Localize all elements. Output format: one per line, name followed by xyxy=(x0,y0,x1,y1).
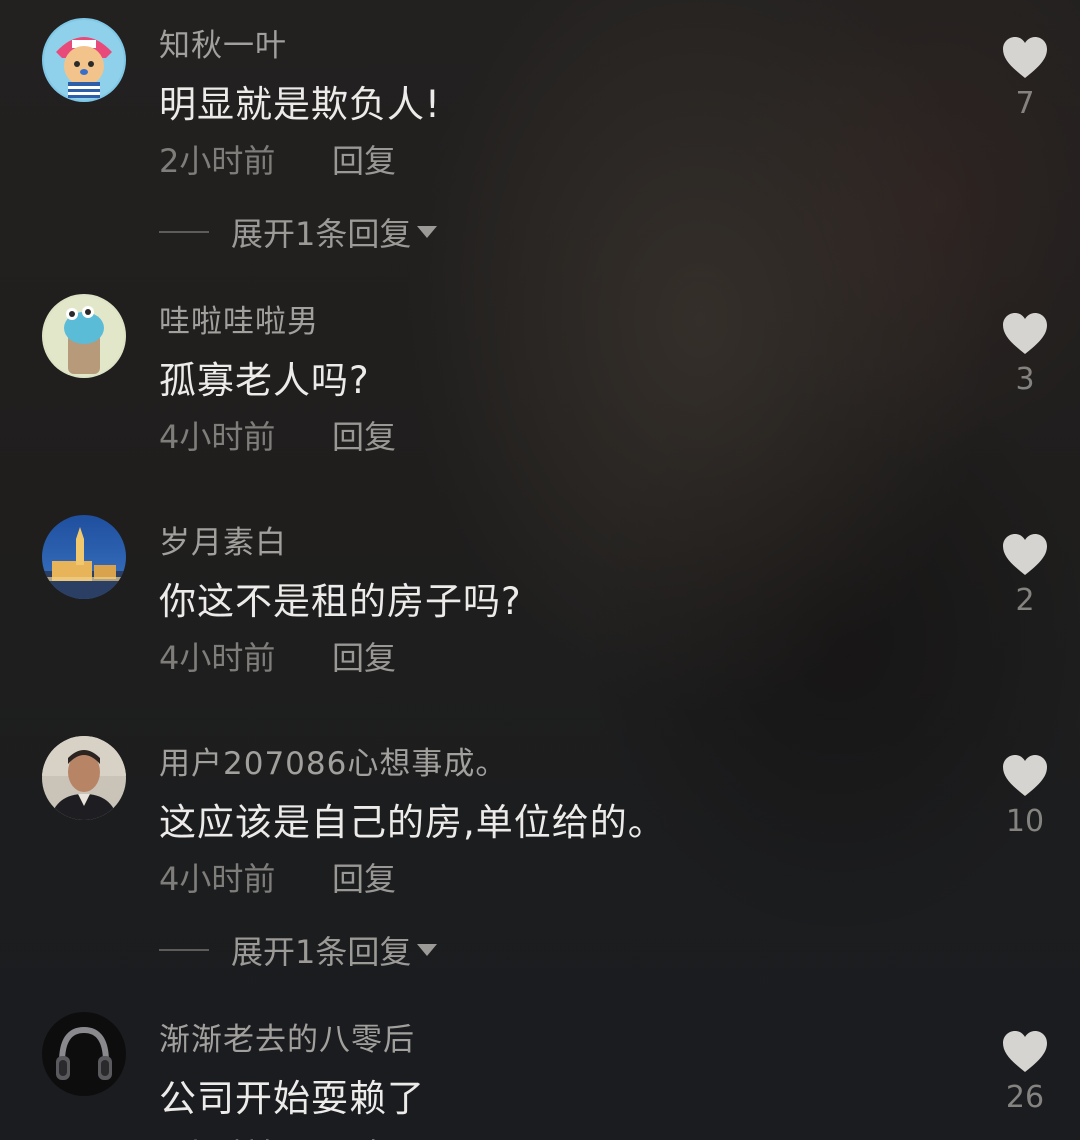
avatar[interactable] xyxy=(42,515,126,599)
comment-text[interactable]: 这应该是自己的房,单位给的。 xyxy=(159,792,666,846)
caret-down-icon xyxy=(417,226,438,238)
heart-icon xyxy=(1003,755,1047,796)
comment-username[interactable]: 渐渐老去的八零后 xyxy=(159,1014,415,1059)
like-count: 26 xyxy=(1005,1080,1045,1115)
comment-item: 岁月素白 你这不是租的房子吗? 4小时前 回复 2 xyxy=(0,497,1080,697)
comment-item: 渐渐老去的八零后 公司开始耍赖了 4小时前 回复 26 xyxy=(0,994,1080,1140)
comment-time: 4小时前 xyxy=(159,1130,275,1140)
expand-replies-button[interactable]: 展开1条回复 xyxy=(159,212,438,253)
heart-icon xyxy=(1003,313,1047,354)
comment-item: 哇啦哇啦男 孤寡老人吗? 4小时前 回复 3 xyxy=(0,276,1080,476)
night-castle-photo-icon xyxy=(42,515,126,599)
man-portrait-photo-icon xyxy=(42,736,126,820)
comment-time: 2小时前 xyxy=(159,142,276,180)
cartoon-figure-icon xyxy=(42,294,126,378)
reply-button[interactable]: 回复 xyxy=(332,1130,396,1140)
like-button[interactable]: 2 xyxy=(985,533,1065,618)
like-count: 7 xyxy=(1015,86,1035,121)
comment-text[interactable]: 孤寡老人吗? xyxy=(159,350,370,404)
headphones-icon xyxy=(42,1012,126,1096)
like-count: 10 xyxy=(1005,804,1045,839)
reply-button[interactable]: 回复 xyxy=(332,854,396,900)
comment-text[interactable]: 你这不是租的房子吗? xyxy=(159,571,522,625)
like-button[interactable]: 26 xyxy=(985,1030,1065,1115)
expand-replies-label: 展开1条回复 xyxy=(231,933,412,971)
heart-icon xyxy=(1003,534,1047,575)
like-count: 2 xyxy=(1015,583,1035,618)
comment-item: 用户207086心想事成。 这应该是自己的房,单位给的。 4小时前 回复 10 xyxy=(0,718,1080,918)
heart-icon xyxy=(1003,37,1047,78)
comment-username[interactable]: 用户207086心想事成。 xyxy=(159,738,507,783)
comment-item: 知秋一叶 明显就是欺负人! 2小时前 回复 7 xyxy=(0,0,1080,200)
reply-button[interactable]: 回复 xyxy=(332,633,396,679)
comment-list: 知秋一叶 明显就是欺负人! 2小时前 回复 7 展开1条回复 哇啦哇啦男 孤寡老… xyxy=(0,0,1080,1140)
divider-line xyxy=(159,949,209,951)
comment-time: 4小时前 xyxy=(159,418,276,456)
comment-time: 4小时前 xyxy=(159,860,276,898)
comment-username[interactable]: 知秋一叶 xyxy=(159,20,287,65)
comment-text[interactable]: 公司开始耍赖了 xyxy=(159,1068,425,1122)
avatar[interactable] xyxy=(42,294,126,378)
divider-line xyxy=(159,231,209,233)
cartoon-reindeer-icon xyxy=(42,18,126,102)
avatar[interactable] xyxy=(42,736,126,820)
comment-text[interactable]: 明显就是欺负人! xyxy=(159,74,441,128)
like-button[interactable]: 7 xyxy=(985,36,1065,121)
reply-button[interactable]: 回复 xyxy=(332,412,396,458)
like-count: 3 xyxy=(1015,362,1035,397)
avatar[interactable] xyxy=(42,18,126,102)
like-button[interactable]: 10 xyxy=(985,754,1065,839)
comment-time: 4小时前 xyxy=(159,639,276,677)
expand-replies-button[interactable]: 展开1条回复 xyxy=(159,930,438,971)
reply-button[interactable]: 回复 xyxy=(332,136,396,182)
like-button[interactable]: 3 xyxy=(985,312,1065,397)
avatar[interactable] xyxy=(42,1012,126,1096)
caret-down-icon xyxy=(417,944,438,956)
comment-username[interactable]: 哇啦哇啦男 xyxy=(159,296,319,341)
comment-username[interactable]: 岁月素白 xyxy=(159,517,287,562)
expand-replies-label: 展开1条回复 xyxy=(231,215,412,253)
heart-icon xyxy=(1003,1031,1047,1072)
